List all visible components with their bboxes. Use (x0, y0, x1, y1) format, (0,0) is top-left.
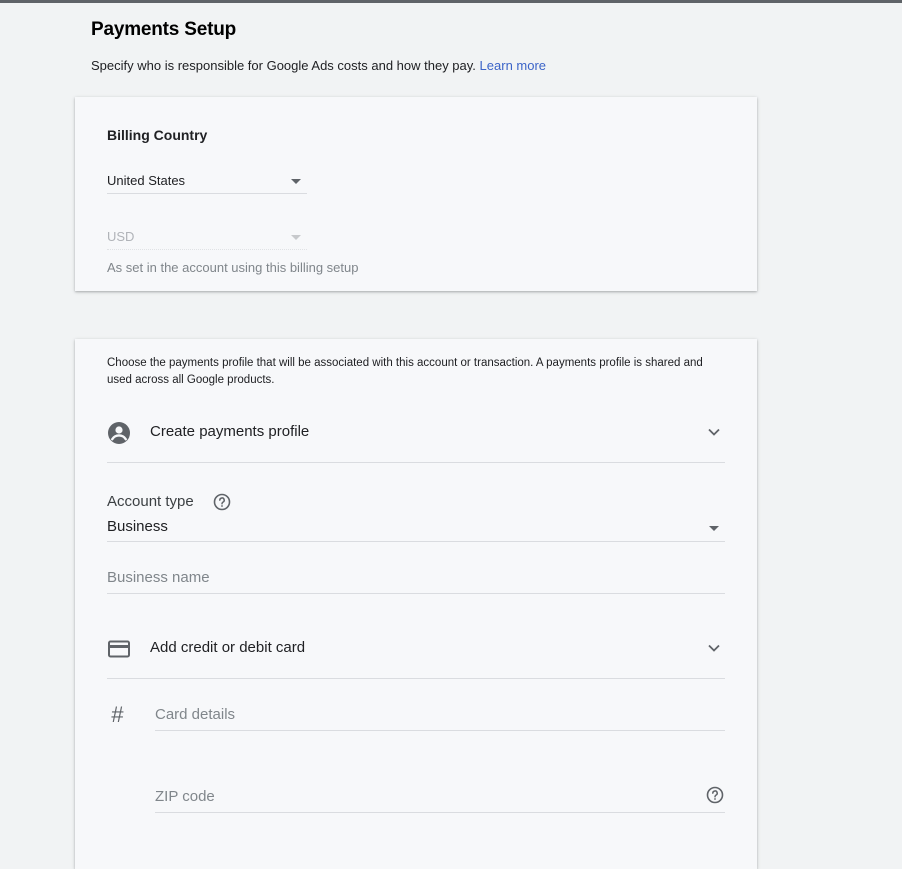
dropdown-arrow-icon (291, 179, 301, 184)
card-details-field[interactable] (155, 702, 725, 731)
dropdown-arrow-icon (709, 526, 719, 531)
account-type-value: Business (107, 518, 168, 535)
create-payments-profile-row[interactable]: Create payments profile (107, 404, 725, 463)
country-select[interactable]: United States (107, 167, 307, 194)
account-type-select[interactable]: Business (107, 515, 725, 542)
hash-icon: # (111, 702, 124, 727)
add-card-label: Add credit or debit card (150, 639, 306, 656)
chevron-down-icon[interactable] (706, 640, 722, 656)
country-value: United States (107, 173, 186, 188)
top-bar (0, 0, 902, 3)
payments-profile-description: Choose the payments profile that will be… (107, 357, 703, 386)
credit-card-icon (108, 640, 130, 658)
zip-code-input[interactable] (155, 788, 697, 805)
page-subtitle: Specify who is responsible for Google Ad… (91, 58, 546, 73)
chevron-down-icon[interactable] (706, 424, 722, 440)
account-circle-icon (108, 422, 130, 444)
zip-code-field[interactable] (155, 784, 725, 813)
dropdown-arrow-icon (291, 235, 301, 240)
billing-country-card: Billing Country United States USD As set… (75, 97, 757, 291)
currency-value: USD (107, 229, 135, 244)
card-details-input[interactable] (155, 706, 697, 723)
help-circle-icon[interactable] (706, 786, 724, 804)
page-title: Payments Setup (91, 19, 237, 40)
billing-country-title: Billing Country (107, 127, 208, 143)
currency-hint: As set in the account using this billing… (107, 260, 359, 275)
subtitle-text: Specify who is responsible for Google Ad… (91, 58, 476, 73)
learn-more-link[interactable]: Learn more (480, 58, 546, 73)
business-name-input[interactable] (107, 569, 695, 586)
help-circle-icon[interactable] (213, 493, 231, 511)
add-card-row[interactable]: Add credit or debit card (107, 620, 725, 679)
business-name-field[interactable] (107, 565, 725, 594)
payments-profile-card: Choose the payments profile that will be… (75, 339, 757, 869)
create-payments-profile-label: Create payments profile (150, 423, 310, 440)
account-type-label: Account type (107, 493, 194, 510)
currency-select: USD (107, 223, 307, 250)
